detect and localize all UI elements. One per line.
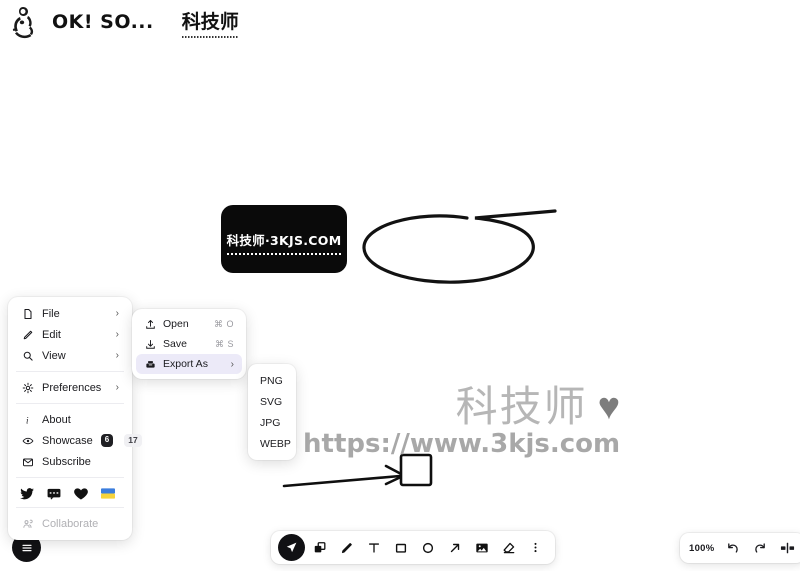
svg-text:i: i	[25, 415, 28, 425]
file-icon	[21, 307, 34, 320]
export-format-svg[interactable]: SVG	[251, 391, 293, 412]
hand-drawn-arrow-square[interactable]	[282, 448, 434, 496]
menu-item-preferences-label: Preferences	[42, 381, 102, 394]
people-icon	[21, 517, 34, 530]
export-icon	[144, 358, 156, 370]
envelope-icon	[21, 455, 34, 468]
hand-drawn-loop[interactable]	[355, 200, 565, 290]
submenu-item-open-shortcut: ⌘ O	[213, 318, 234, 329]
select-tool[interactable]	[278, 534, 305, 561]
main-menu-panel: File › Edit › View › Preferences › i Abo…	[8, 297, 142, 540]
submenu-item-export-as[interactable]: Export As ›	[136, 354, 242, 374]
menu-item-edit-label: Edit	[42, 328, 61, 341]
info-icon: i	[21, 413, 34, 426]
download-icon	[144, 338, 156, 350]
chevron-right-icon: ›	[115, 307, 119, 319]
heart-icon: ♥	[597, 386, 621, 428]
chat-icon[interactable]	[47, 487, 61, 500]
eraser-tool[interactable]	[496, 535, 521, 560]
submenu-item-save-shortcut: ⌘ S	[214, 338, 234, 349]
rectangle-tool[interactable]	[388, 535, 413, 560]
chevron-right-icon: ›	[230, 358, 234, 370]
eye-icon	[21, 434, 34, 447]
twitter-icon[interactable]	[20, 487, 34, 500]
menu-divider	[16, 477, 124, 478]
showcase-badge-count: 17	[124, 433, 142, 448]
ukraine-flag-icon[interactable]	[101, 487, 115, 500]
menu-divider	[16, 371, 124, 372]
gear-icon	[21, 381, 34, 394]
laser-pointer-icon[interactable]	[779, 540, 796, 557]
menu-item-about[interactable]: i About	[12, 409, 128, 430]
menu-item-preferences[interactable]: Preferences ›	[12, 377, 128, 398]
file-submenu-panel: Open ⌘ O Save ⌘ S Export As ›	[132, 309, 246, 379]
image-tool[interactable]	[469, 535, 494, 560]
ellipse-tool[interactable]	[415, 535, 440, 560]
menu-item-subscribe[interactable]: Subscribe	[12, 451, 128, 472]
menu-item-subscribe-label: Subscribe	[42, 455, 91, 468]
zoom-history-bar: 100%	[680, 533, 800, 563]
canvas-black-card-text: 科技师·3KJS.COM	[226, 230, 342, 255]
pen-tool[interactable]	[334, 535, 359, 560]
chevron-right-icon: ›	[115, 328, 119, 340]
submenu-item-save-label: Save	[163, 338, 187, 350]
shapes-tool[interactable]	[307, 535, 332, 560]
text-tool[interactable]	[361, 535, 386, 560]
pencil-icon	[21, 328, 34, 341]
undo-icon[interactable]	[725, 540, 742, 557]
menu-item-view-label: View	[42, 349, 66, 362]
watermark-brand: 科技师	[455, 382, 588, 431]
redo-icon[interactable]	[752, 540, 769, 557]
whiteboard-app: OK! SO... 科技师 科技师·3KJS.COM 科技师 ♥ https:/…	[0, 0, 800, 571]
menu-item-file-label: File	[42, 307, 60, 320]
export-format-png[interactable]: PNG	[251, 370, 293, 391]
showcase-badge-new: 6	[100, 434, 114, 447]
menu-item-view[interactable]: View ›	[12, 345, 128, 366]
menu-divider	[16, 403, 124, 404]
menu-item-collaborate-label: Collaborate	[42, 517, 99, 530]
social-links-row	[8, 483, 132, 502]
search-icon	[21, 349, 34, 362]
submenu-item-open-label: Open	[163, 318, 189, 330]
submenu-item-export-as-label: Export As	[163, 358, 208, 370]
menu-item-showcase-label: Showcase	[42, 434, 93, 447]
menu-divider	[16, 507, 124, 508]
export-format-jpg[interactable]: JPG	[251, 412, 293, 433]
export-format-webp[interactable]: WEBP	[251, 433, 293, 454]
arrow-tool[interactable]	[442, 535, 467, 560]
zoom-level-label[interactable]: 100%	[689, 543, 715, 554]
menu-item-edit[interactable]: Edit ›	[12, 324, 128, 345]
submenu-item-save[interactable]: Save ⌘ S	[136, 334, 242, 354]
canvas-black-card[interactable]: 科技师·3KJS.COM	[221, 205, 347, 273]
menu-item-collaborate[interactable]: Collaborate	[12, 513, 128, 534]
submenu-item-open[interactable]: Open ⌘ O	[136, 314, 242, 334]
tool-palette	[271, 531, 555, 564]
chevron-right-icon: ›	[115, 381, 119, 393]
heart-icon[interactable]	[74, 487, 88, 500]
menu-item-showcase[interactable]: Showcase 6 17	[12, 430, 142, 451]
menu-item-about-label: About	[42, 413, 71, 426]
more-options-tool[interactable]	[523, 535, 548, 560]
export-format-panel: PNG SVG JPG WEBP	[248, 364, 296, 460]
upload-icon	[144, 318, 156, 330]
menu-item-file[interactable]: File ›	[12, 303, 128, 324]
chevron-right-icon: ›	[115, 349, 119, 361]
